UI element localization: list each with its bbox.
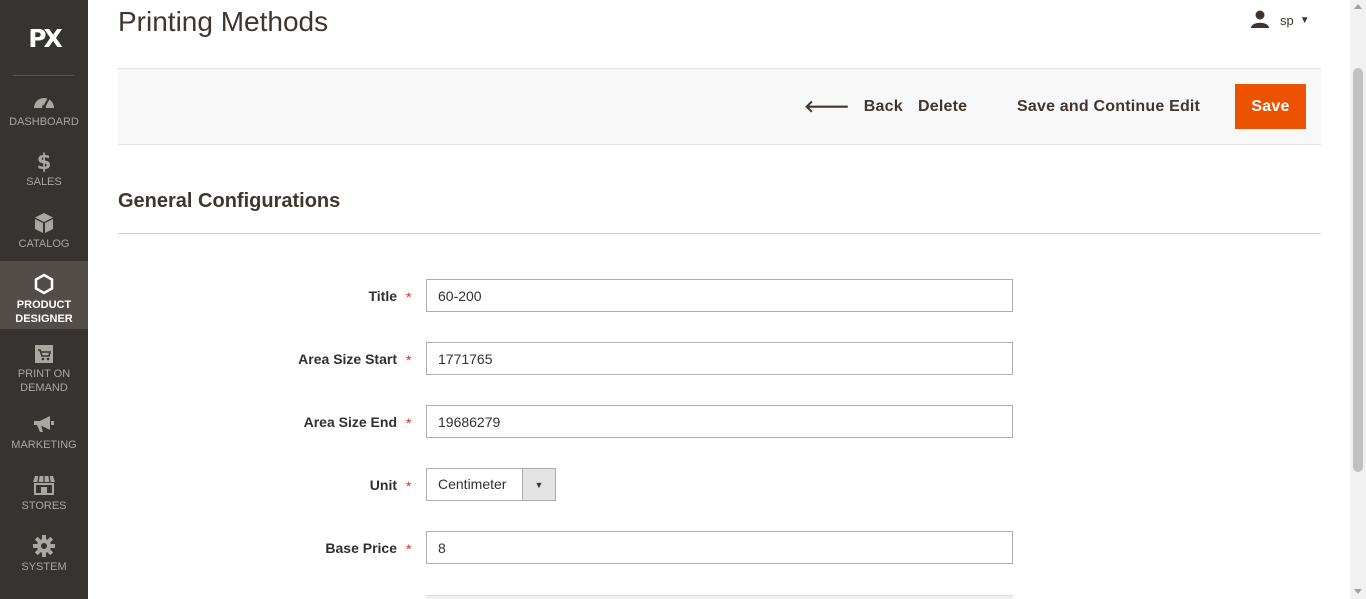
admin-sidebar: PX DASHBOARD $ SALES CATALOG PRODUCT DES… — [0, 0, 88, 599]
base-price-input[interactable] — [426, 531, 1013, 564]
sidebar-item-dashboard[interactable]: DASHBOARD — [0, 90, 88, 130]
scroll-up-arrow-icon[interactable] — [1354, 4, 1362, 9]
sidebar-item-label-line2: DEMAND — [20, 382, 68, 394]
unit-select-value: Centimeter — [438, 476, 507, 492]
gauge-icon — [32, 90, 56, 112]
sidebar-item-product-designer[interactable]: PRODUCT DESIGNER — [0, 261, 88, 329]
sidebar-item-label: CATALOG — [18, 238, 70, 250]
sidebar-item-sales[interactable]: $ SALES — [0, 150, 88, 190]
arrow-left-icon: 🡐 — [804, 96, 850, 116]
title-input[interactable] — [426, 279, 1013, 312]
required-marker: * — [406, 415, 412, 431]
back-button[interactable]: 🡐 Back — [804, 84, 903, 129]
sidebar-item-label-line2: DESIGNER — [15, 313, 73, 325]
page-scrollbar[interactable] — [1350, 0, 1366, 599]
dollar-icon: $ — [36, 150, 52, 172]
area-size-end-input[interactable] — [426, 405, 1013, 438]
box-icon — [33, 212, 55, 234]
save-and-continue-button[interactable]: Save and Continue Edit — [1017, 84, 1200, 129]
chevron-down-icon[interactable]: ▼ — [522, 469, 555, 500]
back-label: Back — [863, 97, 903, 115]
scrollbar-thumb[interactable] — [1353, 68, 1363, 472]
base-price-label: Base Price — [325, 540, 397, 556]
sidebar-item-catalog[interactable]: CATALOG — [0, 212, 88, 252]
save-button[interactable]: Save — [1235, 84, 1306, 129]
user-menu[interactable]: sp ▼ — [1250, 10, 1310, 31]
sidebar-item-label: SALES — [26, 176, 62, 188]
page-actions-toolbar: 🡐 Back Delete Save and Continue Edit Sav… — [118, 68, 1321, 145]
cart-icon — [34, 344, 54, 364]
sidebar-item-label: SYSTEM — [21, 561, 67, 573]
unit-label: Unit — [369, 477, 397, 493]
required-marker: * — [406, 478, 412, 494]
svg-text:$: $ — [37, 150, 52, 172]
user-icon — [1250, 10, 1270, 31]
megaphone-icon — [32, 413, 56, 435]
title-label: Title — [368, 288, 397, 304]
sidebar-item-label-line1: PRODUCT — [16, 299, 72, 311]
required-marker: * — [406, 289, 412, 305]
area-size-start-label: Area Size Start — [298, 351, 397, 367]
scroll-down-arrow-icon[interactable] — [1354, 589, 1362, 594]
unit-select[interactable]: Centimeter ▼ — [426, 468, 556, 501]
sidebar-item-label: DASHBOARD — [9, 116, 79, 128]
next-field-partial — [426, 595, 1013, 599]
sidebar-item-stores[interactable]: STORES — [0, 474, 88, 514]
user-name: sp — [1280, 13, 1294, 28]
logo[interactable]: PX — [0, 0, 88, 76]
area-size-end-label: Area Size End — [303, 414, 397, 430]
sidebar-item-label-line1: PRINT ON — [17, 368, 71, 380]
section-divider — [118, 233, 1321, 234]
sidebar-item-system[interactable]: SYSTEM — [0, 535, 88, 575]
store-icon — [32, 474, 56, 496]
hexagon-icon — [34, 273, 54, 295]
required-marker: * — [406, 541, 412, 557]
sidebar-item-label: STORES — [21, 500, 67, 512]
area-size-start-input[interactable] — [426, 342, 1013, 375]
page-title: Printing Methods — [118, 6, 329, 37]
delete-button[interactable]: Delete — [918, 84, 967, 129]
gear-icon — [32, 535, 56, 557]
sidebar-item-label: MARKETING — [11, 439, 77, 451]
sidebar-item-print-on-demand[interactable]: PRINT ON DEMAND — [0, 344, 88, 394]
required-marker: * — [406, 352, 412, 368]
section-title: General Configurations — [118, 190, 341, 212]
logo-divider — [13, 75, 74, 76]
logo-text: PX — [28, 23, 63, 53]
sidebar-item-marketing[interactable]: MARKETING — [0, 413, 88, 453]
chevron-down-icon: ▼ — [1299, 15, 1310, 26]
